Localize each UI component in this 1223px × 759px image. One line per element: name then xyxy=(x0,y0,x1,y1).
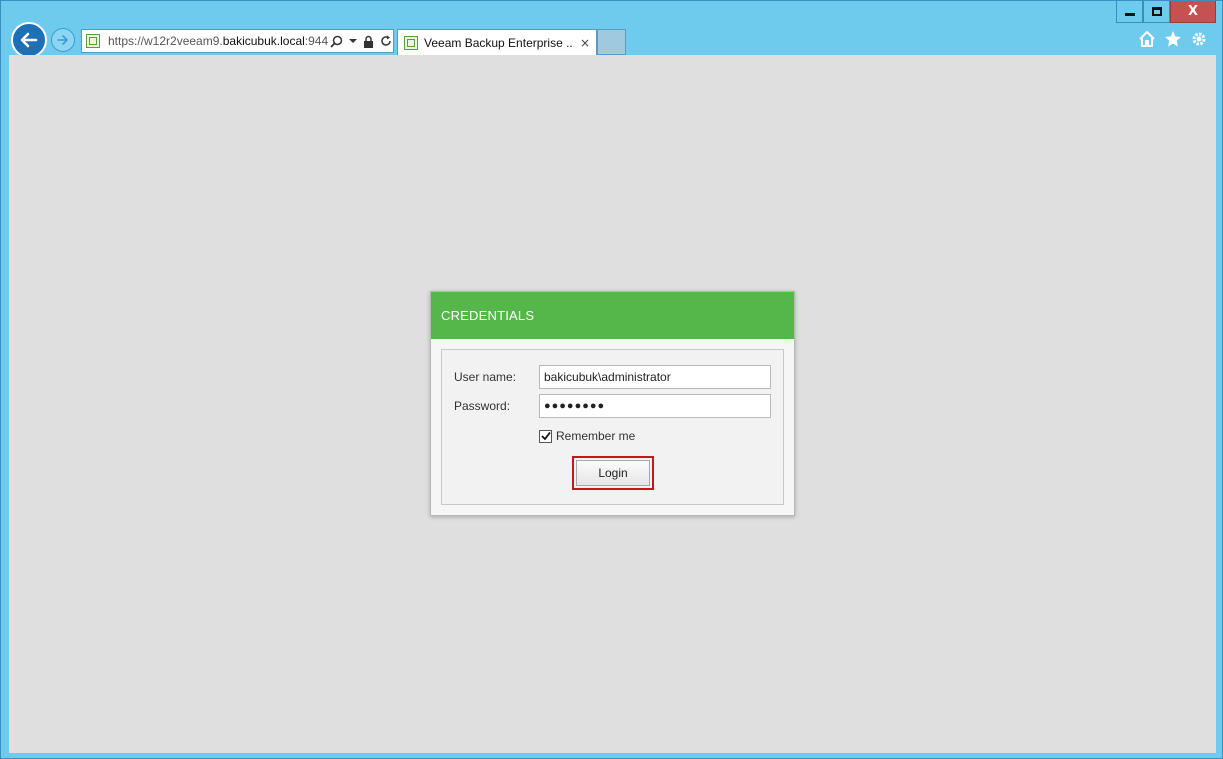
credentials-dialog: CREDENTIALS User name: bakicubuk\adminis… xyxy=(430,291,795,516)
url-text[interactable]: https://w12r2veeam9.bakicubuk.local:944 xyxy=(108,34,328,48)
back-button[interactable] xyxy=(11,22,47,58)
tab-favicon-icon xyxy=(404,36,418,50)
address-bar[interactable]: https://w12r2veeam9.bakicubuk.local:944 xyxy=(81,29,394,53)
browser-window: X https://w12r2veeam9.bakicubuk.local:94… xyxy=(0,0,1223,759)
remember-me-label: Remember me xyxy=(556,429,636,443)
new-tab-button[interactable] xyxy=(597,29,626,55)
refresh-icon[interactable] xyxy=(380,35,392,47)
password-label: Password: xyxy=(454,399,511,413)
password-value: ●●●●●●●● xyxy=(544,400,606,412)
remember-me-checkbox[interactable] xyxy=(539,429,552,443)
username-label: User name: xyxy=(454,370,517,384)
star-icon[interactable] xyxy=(1164,30,1182,48)
page-content: CREDENTIALS User name: bakicubuk\adminis… xyxy=(9,55,1216,753)
username-value: bakicubuk\administrator xyxy=(544,370,671,384)
username-input[interactable]: bakicubuk\administrator xyxy=(539,365,771,389)
minimize-icon xyxy=(1124,13,1135,16)
browser-toolbar xyxy=(1138,30,1208,48)
search-icon[interactable] xyxy=(330,35,343,48)
home-icon[interactable] xyxy=(1138,30,1156,48)
forward-button[interactable] xyxy=(51,28,75,52)
maximize-button[interactable] xyxy=(1143,1,1170,23)
checkmark-icon xyxy=(540,431,551,441)
caption-buttons: X xyxy=(1116,1,1216,23)
site-favicon-icon xyxy=(86,34,100,48)
forward-arrow-icon xyxy=(57,35,68,45)
lock-icon[interactable] xyxy=(363,35,374,48)
password-input[interactable]: ●●●●●●●● xyxy=(539,394,771,418)
username-row: User name: bakicubuk\administrator xyxy=(454,365,771,389)
minimize-button[interactable] xyxy=(1116,1,1143,23)
close-window-button[interactable]: X xyxy=(1170,1,1216,23)
chevron-down-icon[interactable] xyxy=(349,37,357,45)
login-button[interactable]: Login xyxy=(576,460,650,486)
password-row: Password: ●●●●●●●● xyxy=(454,394,771,418)
back-arrow-icon xyxy=(20,32,38,48)
credentials-form: User name: bakicubuk\administrator Passw… xyxy=(441,349,784,505)
login-highlight-box: Login xyxy=(572,456,654,490)
dialog-title: CREDENTIALS xyxy=(431,292,794,339)
remember-me[interactable]: Remember me xyxy=(539,429,635,443)
gear-icon[interactable] xyxy=(1190,30,1208,48)
tab-veeam[interactable]: Veeam Backup Enterprise ... × xyxy=(397,29,597,56)
maximize-icon xyxy=(1151,7,1162,16)
tab-title: Veeam Backup Enterprise ... xyxy=(424,36,574,50)
tab-close-icon[interactable]: × xyxy=(580,36,590,50)
